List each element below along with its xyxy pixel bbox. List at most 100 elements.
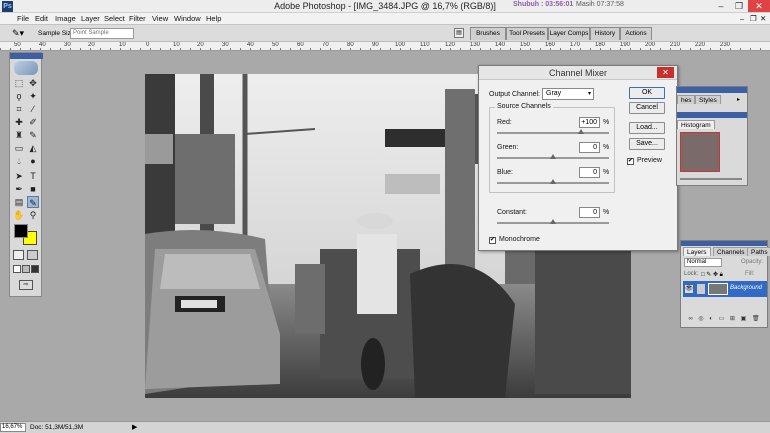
lasso-tool-icon[interactable]: ϙ bbox=[13, 90, 25, 102]
pen-tool-icon[interactable]: ✒ bbox=[13, 183, 25, 195]
type-tool-icon[interactable]: T bbox=[27, 170, 39, 182]
doc-close-button[interactable]: ✕ bbox=[760, 13, 766, 24]
palette-well-icon[interactable]: ▤ bbox=[454, 28, 464, 38]
quick-mask-icon[interactable] bbox=[27, 250, 38, 260]
close-window-button[interactable]: ✕ bbox=[748, 0, 770, 12]
tab-tool-presets[interactable]: Tool Presets bbox=[506, 27, 548, 40]
clone-stamp-tool-icon[interactable]: ♜ bbox=[13, 129, 25, 141]
tab-brushes[interactable]: Brushes bbox=[470, 27, 506, 40]
blur-tool-icon[interactable]: 💧︎ bbox=[13, 155, 25, 167]
red-value-field[interactable]: +100 bbox=[579, 117, 600, 128]
dialog-title-bar[interactable]: Channel Mixer ✕ bbox=[479, 66, 677, 80]
tab-history[interactable]: History bbox=[590, 27, 620, 40]
zoom-tool-icon[interactable]: ⚲ bbox=[27, 209, 39, 221]
brush-tool-icon[interactable]: ✐ bbox=[27, 116, 39, 128]
eraser-tool-icon[interactable]: ▭ bbox=[13, 142, 25, 154]
minimize-button[interactable]: – bbox=[712, 0, 730, 12]
ok-button[interactable]: OK bbox=[629, 87, 665, 99]
layer-row-background[interactable]: 👁︎ Background bbox=[683, 281, 767, 297]
crop-tool-icon[interactable]: ⌗ bbox=[13, 103, 25, 115]
shape-tool-icon[interactable]: ■ bbox=[27, 183, 39, 195]
magic-wand-tool-icon[interactable]: ✦ bbox=[27, 90, 39, 102]
output-channel-select[interactable]: Gray ▾ bbox=[542, 88, 594, 100]
menu-layer[interactable]: Layer bbox=[81, 13, 100, 24]
constant-slider-thumb[interactable] bbox=[550, 219, 556, 224]
ruler-label: 10 bbox=[119, 42, 126, 48]
panel-grip[interactable] bbox=[681, 241, 767, 246]
menu-edit[interactable]: Edit bbox=[35, 13, 48, 24]
ruler-label: 190 bbox=[620, 42, 631, 48]
path-selection-tool-icon[interactable]: ➤ bbox=[13, 170, 25, 182]
ruler-label: 70 bbox=[322, 42, 329, 48]
slice-tool-icon[interactable]: ⁄ bbox=[27, 103, 39, 115]
screen-mode-standard-icon[interactable] bbox=[13, 265, 21, 273]
tab-layer-comps[interactable]: Layer Comps bbox=[548, 27, 590, 40]
menu-view[interactable]: View bbox=[152, 13, 168, 24]
monochrome-checkbox[interactable]: ✔ bbox=[489, 237, 496, 244]
cancel-button[interactable]: Cancel bbox=[629, 102, 665, 114]
blue-value-field[interactable]: 0 bbox=[579, 167, 600, 178]
constant-value-field[interactable]: 0 bbox=[579, 207, 600, 218]
history-brush-tool-icon[interactable]: ✎ bbox=[27, 129, 39, 141]
tools-panel-grip[interactable] bbox=[10, 53, 43, 59]
panel-grip[interactable] bbox=[677, 112, 747, 118]
tab-styles[interactable]: Styles bbox=[695, 95, 721, 104]
paint-bucket-tool-icon[interactable]: ◭ bbox=[27, 142, 39, 154]
move-tool-icon[interactable]: ✥ bbox=[27, 77, 39, 89]
tab-channels[interactable]: Channels bbox=[713, 247, 749, 256]
eye-icon[interactable]: 👁︎ bbox=[685, 285, 693, 293]
status-bar: 16,67% Doc: 51,3M/51,3M ▶ bbox=[0, 421, 770, 433]
dodge-tool-icon[interactable]: ● bbox=[27, 155, 39, 167]
red-slider-thumb[interactable] bbox=[578, 129, 584, 134]
screen-mode-menu-icon[interactable] bbox=[22, 265, 30, 273]
menu-file[interactable]: File bbox=[17, 13, 29, 24]
screen-mode-full-icon[interactable] bbox=[31, 265, 39, 273]
panel-menu-icon[interactable]: ▸ bbox=[737, 96, 740, 103]
notes-tool-icon[interactable]: ▤ bbox=[13, 196, 25, 208]
imageready-jump-icon[interactable]: ⇨ bbox=[19, 280, 33, 290]
menu-image[interactable]: Image bbox=[55, 13, 76, 24]
eyedropper-tool-icon[interactable]: ✎ bbox=[27, 196, 39, 208]
sample-size-select[interactable]: Point Sample bbox=[70, 28, 134, 39]
panel-grip[interactable] bbox=[677, 87, 747, 93]
menu-help[interactable]: Help bbox=[206, 13, 221, 24]
zoom-slider[interactable] bbox=[680, 178, 742, 180]
blue-slider-thumb[interactable] bbox=[550, 179, 556, 184]
status-menu-arrow-icon[interactable]: ▶ bbox=[132, 423, 137, 431]
dialog-title: Channel Mixer bbox=[548, 68, 608, 78]
hand-tool-icon[interactable]: ✋ bbox=[13, 209, 25, 221]
navigator-thumbnail[interactable] bbox=[680, 132, 720, 172]
restore-button[interactable]: ❐ bbox=[730, 0, 748, 12]
output-channel-label: Output Channel: bbox=[489, 91, 540, 98]
brush-link-icon bbox=[697, 284, 705, 294]
tab-histogram[interactable]: Histogram bbox=[677, 120, 715, 129]
red-slider[interactable] bbox=[497, 132, 609, 134]
blend-mode-select[interactable]: Normal bbox=[684, 258, 722, 267]
preview-checkbox[interactable]: ✔ bbox=[627, 158, 634, 165]
tab-paths[interactable]: Paths bbox=[747, 247, 770, 256]
doc-minimize-button[interactable]: – bbox=[740, 13, 744, 24]
load-button[interactable]: Load... bbox=[629, 122, 665, 134]
standard-mode-icon[interactable] bbox=[13, 250, 24, 260]
lock-icons[interactable]: □ ✎ ✥ 🔒︎ bbox=[701, 271, 723, 279]
menu-select[interactable]: Select bbox=[104, 13, 125, 24]
layers-bottom-toolbar-icons[interactable]: ∞ ◎ ◐ ▭ ⊞ ▣ 🗑︎ bbox=[683, 315, 767, 325]
eyedropper-tool-preset-icon[interactable]: ✎▾ bbox=[12, 28, 24, 39]
tab-layers[interactable]: Layers bbox=[683, 247, 711, 256]
doc-restore-button[interactable]: ❐ bbox=[750, 13, 757, 24]
menu-window[interactable]: Window bbox=[174, 13, 201, 24]
tab-swatches[interactable]: hes bbox=[677, 95, 696, 104]
save-button[interactable]: Save... bbox=[629, 138, 665, 150]
menu-filter[interactable]: Filter bbox=[129, 13, 146, 24]
zoom-field[interactable]: 16,67% bbox=[0, 423, 26, 432]
marquee-tool-icon[interactable]: ⬚ bbox=[13, 77, 25, 89]
feather-logo-icon[interactable] bbox=[14, 61, 38, 75]
green-value-field[interactable]: 0 bbox=[579, 142, 600, 153]
tab-actions[interactable]: Actions bbox=[620, 27, 652, 40]
ruler-label: 160 bbox=[545, 42, 556, 48]
foreground-color-swatch[interactable] bbox=[14, 224, 28, 238]
healing-brush-tool-icon[interactable]: ✚ bbox=[13, 116, 25, 128]
green-slider-thumb[interactable] bbox=[550, 154, 556, 159]
dialog-close-button[interactable]: ✕ bbox=[657, 67, 674, 78]
window-title: Adobe Photoshop - [IMG_3484.JPG @ 16,7% … bbox=[274, 1, 496, 11]
